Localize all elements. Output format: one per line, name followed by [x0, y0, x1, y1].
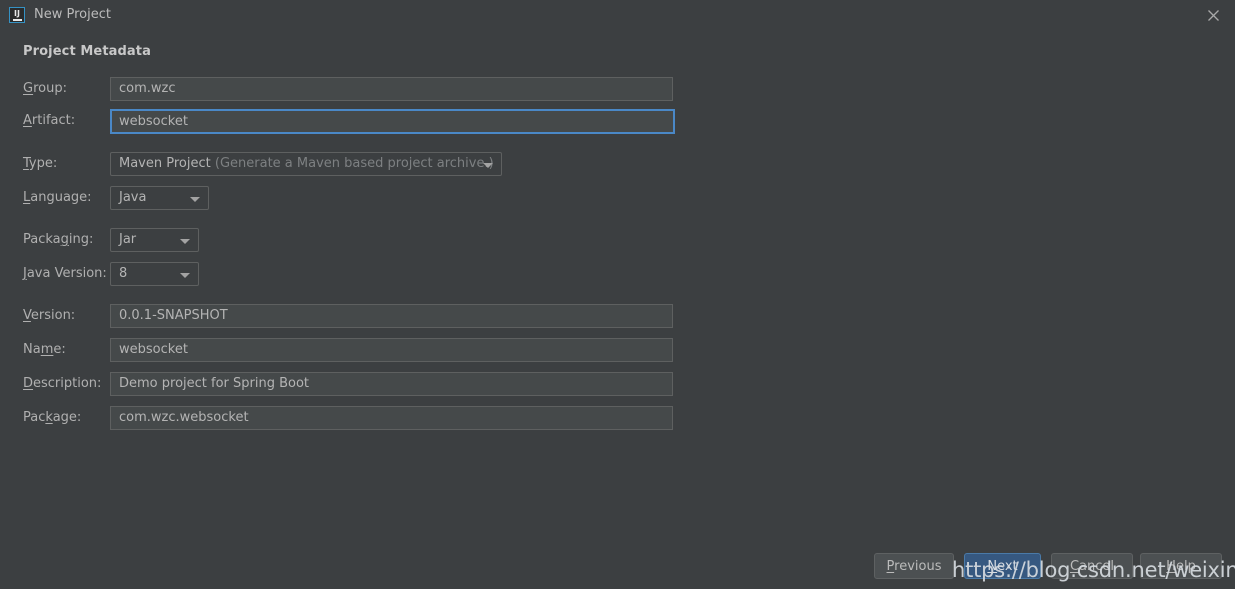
language-dropdown[interactable]: Java — [110, 186, 209, 210]
previous-button[interactable]: Previous — [874, 553, 954, 579]
label-java-version: Java Version: — [23, 262, 107, 286]
button-label-mnemonic: N — [987, 558, 998, 574]
label-text-post: anguage: — [30, 190, 92, 205]
type-selected-value: Maven Project — [119, 156, 211, 171]
chevron-down-icon — [180, 239, 190, 244]
label-text-post: ersion: — [30, 308, 76, 323]
label-text-post: escription: — [33, 376, 102, 391]
label-text-pre: Packa — [23, 232, 61, 247]
chevron-down-icon — [190, 197, 200, 202]
packaging-dropdown[interactable]: Jar — [110, 228, 199, 252]
label-description: Description: — [23, 372, 101, 396]
project-name-input[interactable]: websocket — [110, 338, 673, 362]
label-version: Version: — [23, 304, 75, 328]
button-label-post: elp — [1175, 558, 1196, 574]
label-language: Language: — [23, 186, 92, 210]
help-button[interactable]: Help — [1140, 553, 1222, 579]
group-input[interactable]: com.wzc — [110, 77, 673, 101]
label-text-post: age: — [52, 410, 82, 425]
label-mnemonic: g — [60, 232, 69, 247]
label-text-pre: Pac — [23, 410, 46, 425]
label-group: Group: — [23, 77, 67, 101]
java-version-selected-value: 8 — [119, 266, 128, 281]
package-input[interactable]: com.wzc.websocket — [110, 406, 673, 430]
button-label-mnemonic: H — [1166, 558, 1176, 574]
label-mnemonic: V — [23, 308, 31, 323]
chevron-down-icon — [180, 273, 190, 278]
button-label: Help — [1166, 559, 1196, 574]
label-mnemonic: G — [23, 81, 34, 96]
label-type: Type: — [23, 152, 57, 176]
language-selected-value: Java — [119, 190, 147, 205]
label-project-name: Name: — [23, 338, 66, 362]
description-input[interactable]: Demo project for Spring Boot — [110, 372, 673, 396]
label-mnemonic: A — [23, 113, 32, 128]
cancel-button[interactable]: Cancel — [1051, 553, 1133, 579]
label-text-post: e: — [53, 342, 66, 357]
button-label: Next — [987, 559, 1017, 574]
button-label-post: ancel — [1079, 558, 1115, 574]
label-text-post: ava Version: — [26, 266, 107, 281]
label-mnemonic: m — [40, 342, 54, 357]
label-text-pre: Na — [23, 342, 41, 357]
type-dropdown[interactable]: Maven Project (Generate a Maven based pr… — [110, 152, 502, 176]
button-label: Previous — [887, 559, 942, 574]
label-artifact: Artifact: — [23, 109, 75, 133]
button-label: Cancel — [1070, 559, 1114, 574]
label-text-post: roup: — [33, 81, 67, 96]
label-text-post: ype: — [28, 156, 58, 171]
label-text-post: ing: — [68, 232, 94, 247]
artifact-input[interactable]: websocket — [110, 109, 675, 134]
button-label-mnemonic: C — [1069, 558, 1080, 574]
button-label-post: ext — [997, 558, 1018, 574]
version-input[interactable]: 0.0.1-SNAPSHOT — [110, 304, 673, 328]
project-metadata-form: Group: com.wzc Artifact: websocket Type: Mave… — [0, 0, 1235, 589]
type-hint: (Generate a Maven based project archive.… — [214, 156, 494, 171]
packaging-selected-value: Jar — [119, 232, 137, 247]
label-mnemonic: k — [45, 410, 53, 425]
java-version-dropdown[interactable]: 8 — [110, 262, 199, 286]
label-text-post: rtifact: — [31, 113, 76, 128]
button-label-post: revious — [894, 558, 942, 574]
label-packaging: Packaging: — [23, 228, 93, 252]
label-mnemonic: D — [23, 376, 34, 391]
next-button[interactable]: Next — [964, 553, 1041, 579]
chevron-down-icon — [483, 163, 493, 168]
label-package: Package: — [23, 406, 81, 430]
button-label-mnemonic: P — [886, 558, 895, 574]
